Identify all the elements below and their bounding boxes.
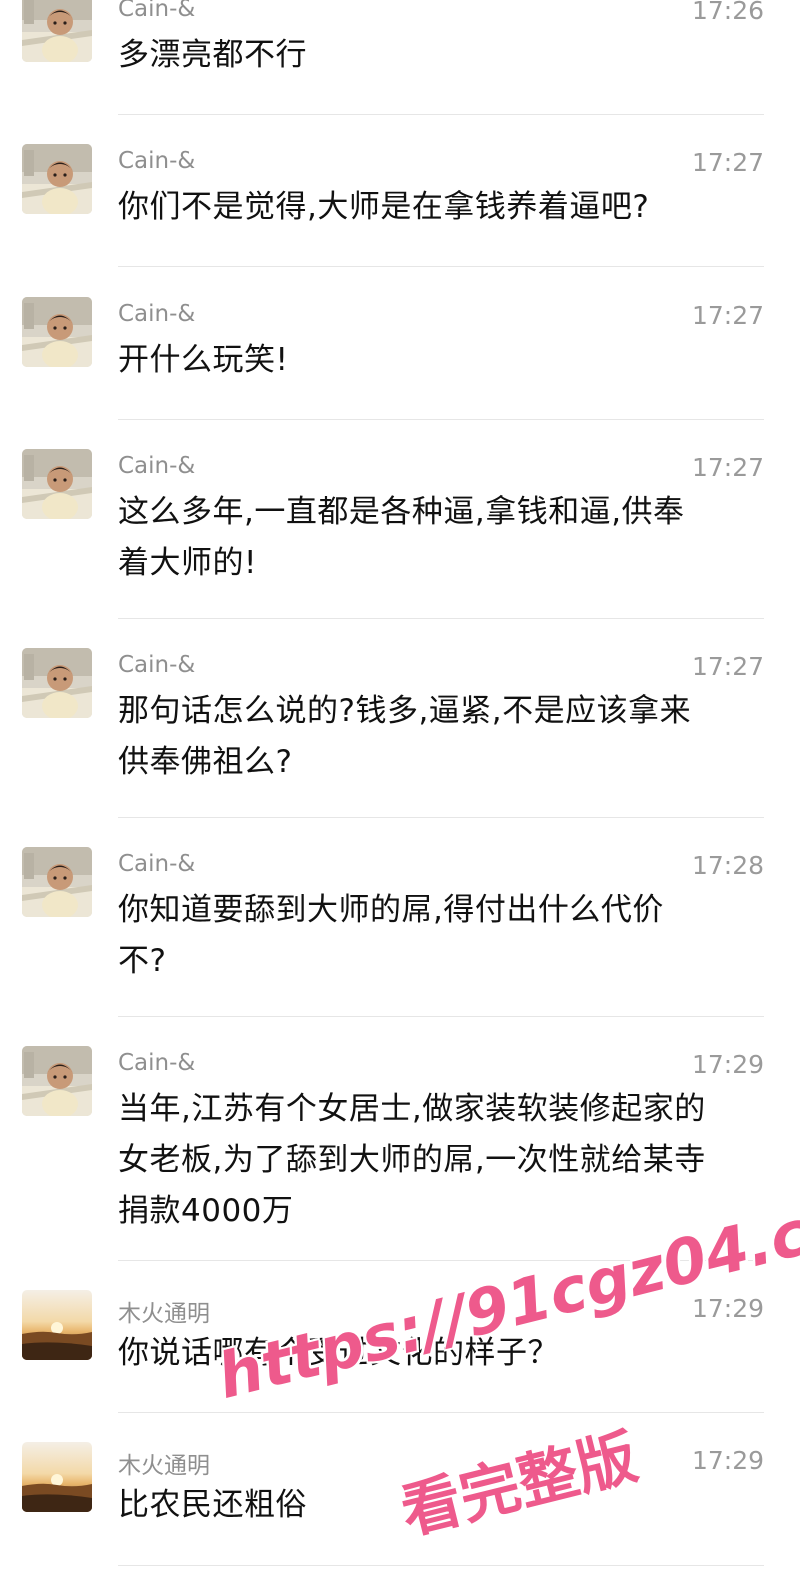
- message-divider: [118, 817, 764, 818]
- baby-avatar[interactable]: [22, 144, 92, 214]
- message-time: 17:28: [691, 851, 764, 880]
- sender-name[interactable]: Cain-&: [118, 453, 195, 479]
- message-line: 当年,江苏有个女居士,做家装软装修起家的: [118, 1091, 706, 1127]
- message-divider: [118, 1016, 764, 1017]
- sender-name[interactable]: Cain-&: [118, 652, 195, 678]
- message-text: 多漂亮都不行: [118, 30, 758, 81]
- message-divider: [118, 266, 764, 267]
- message-text: 你们不是觉得,大师是在拿钱养着逼吧?: [118, 182, 758, 233]
- message-text: 你知道要舔到大师的屌,得付出什么代价 不?: [118, 885, 758, 987]
- baby-avatar[interactable]: [22, 847, 92, 917]
- message-time: 17:27: [691, 652, 764, 681]
- sender-name[interactable]: Cain-&: [118, 851, 195, 877]
- watermark-subtitle: 看完整版: [394, 1422, 645, 1549]
- message-line: 这么多年,一直都是各种逼,拿钱和逼,供奉: [118, 494, 685, 530]
- message-line: 你们不是觉得,大师是在拿钱养着逼吧?: [118, 189, 650, 225]
- sender-name[interactable]: 木火通明: [118, 1446, 210, 1480]
- message-line: 开什么玩笑!: [118, 342, 289, 378]
- message-text: 那句话怎么说的?钱多,逼紧,不是应该拿来 供奉佛祖么?: [118, 686, 758, 788]
- message-divider: [118, 419, 764, 420]
- sender-name[interactable]: Cain-&: [118, 148, 195, 174]
- message-text: 这么多年,一直都是各种逼,拿钱和逼,供奉 着大师的!: [118, 487, 758, 589]
- message-time: 17:27: [691, 301, 764, 330]
- sender-name[interactable]: Cain-&: [118, 301, 195, 327]
- sender-name[interactable]: Cain-&: [118, 1050, 195, 1076]
- message-divider: [118, 1565, 764, 1566]
- message-time: 17:29: [691, 1050, 764, 1079]
- message-line: 你知道要舔到大师的屌,得付出什么代价: [118, 892, 664, 928]
- message-divider: [118, 618, 764, 619]
- sender-name[interactable]: Cain-&: [118, 0, 195, 22]
- message-time: 17:26: [691, 0, 764, 25]
- sunset-avatar[interactable]: [22, 1290, 92, 1360]
- sunset-avatar[interactable]: [22, 1442, 92, 1512]
- message-line: 着大师的!: [118, 545, 257, 581]
- message-line: 女老板,为了舔到大师的屌,一次性就给某寺: [118, 1142, 706, 1178]
- message-line: 多漂亮都不行: [118, 37, 307, 73]
- message-divider: [118, 114, 764, 115]
- message-time: 17:27: [691, 453, 764, 482]
- baby-avatar[interactable]: [22, 297, 92, 367]
- message-line: 那句话怎么说的?钱多,逼紧,不是应该拿来: [118, 693, 692, 729]
- baby-avatar[interactable]: [22, 1046, 92, 1116]
- watermark: https://91cgz04.com 看完整版: [210, 1170, 800, 1548]
- message-line: 供奉佛祖么?: [118, 744, 293, 780]
- baby-avatar[interactable]: [22, 0, 92, 62]
- message-text: 开什么玩笑!: [118, 335, 758, 386]
- sender-name[interactable]: 木火通明: [118, 1294, 210, 1328]
- message-line: 不?: [118, 943, 167, 979]
- baby-avatar[interactable]: [22, 648, 92, 718]
- message-text: 当年,江苏有个女居士,做家装软装修起家的 女老板,为了舔到大师的屌,一次性就给某寺…: [118, 1084, 758, 1237]
- message-time: 17:27: [691, 148, 764, 177]
- baby-avatar[interactable]: [22, 449, 92, 519]
